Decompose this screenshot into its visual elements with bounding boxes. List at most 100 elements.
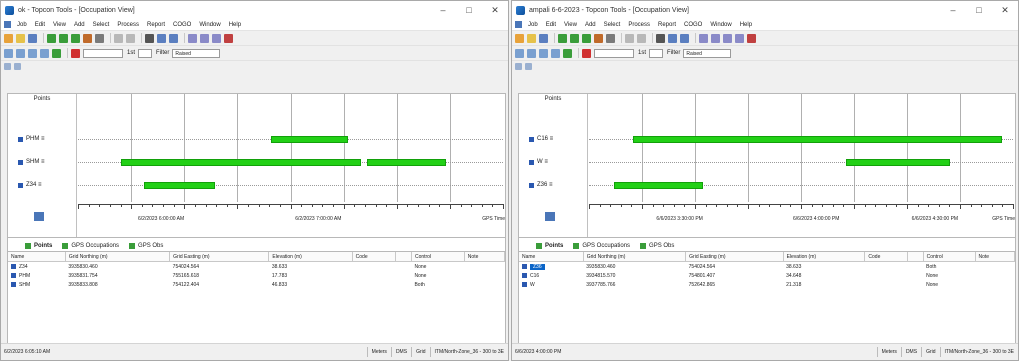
pan-icon[interactable] <box>40 48 49 58</box>
save-icon[interactable] <box>28 33 37 43</box>
map-icon[interactable] <box>83 33 92 43</box>
refresh-icon[interactable] <box>14 62 21 70</box>
point-row-label[interactable]: PHM ≡ <box>18 136 45 142</box>
col-note[interactable]: Note <box>464 252 506 262</box>
menu-add[interactable]: Add <box>74 22 85 28</box>
col-northing[interactable]: Grid Northing (m) <box>65 252 171 262</box>
col-blank[interactable] <box>907 252 924 262</box>
table-row[interactable]: C16 3934815.570 754801.407 34.648 None <box>519 271 1015 280</box>
redo-icon[interactable] <box>126 33 135 43</box>
undo-process-icon[interactable] <box>735 33 744 43</box>
delete-icon[interactable] <box>582 48 591 58</box>
timeline-plot[interactable] <box>78 94 503 202</box>
zoom-out-icon[interactable] <box>527 48 536 58</box>
zoom-in-icon[interactable] <box>4 48 13 58</box>
map-icon[interactable] <box>594 33 603 43</box>
minimize-button[interactable]: – <box>430 1 456 19</box>
minimize-button[interactable]: – <box>940 1 966 19</box>
tab-gps-occupations[interactable]: GPS Occupations <box>568 241 635 251</box>
menu-job[interactable]: Job <box>528 22 538 28</box>
tab-gps-obs[interactable]: GPS Obs <box>124 241 168 251</box>
help-icon[interactable] <box>224 33 233 43</box>
chart-settings-icon[interactable] <box>545 212 555 221</box>
time-slider[interactable] <box>594 48 634 58</box>
menu-window[interactable]: Window <box>199 22 220 28</box>
status-coord-type[interactable]: Grid <box>921 347 939 357</box>
report-icon[interactable] <box>212 33 221 43</box>
refresh-icon[interactable] <box>525 62 532 70</box>
zoom-window-icon[interactable] <box>539 48 548 58</box>
observations-icon[interactable] <box>582 33 591 43</box>
table-row[interactable]: W 3937785.766 752642.865 21.318 None <box>519 280 1015 289</box>
order-select[interactable] <box>138 48 153 58</box>
col-easting[interactable]: Grid Easting (m) <box>685 252 784 262</box>
save-icon[interactable] <box>539 33 548 43</box>
tab-gps-occupations[interactable]: GPS Occupations <box>57 241 124 251</box>
menu-help[interactable]: Help <box>740 22 752 28</box>
process-icon[interactable] <box>188 33 197 43</box>
point-row-label[interactable]: C16 ≡ <box>529 136 553 142</box>
col-northing[interactable]: Grid Northing (m) <box>583 252 687 262</box>
open-icon[interactable] <box>16 33 25 43</box>
copy-icon[interactable] <box>668 33 677 43</box>
new-icon[interactable] <box>4 33 13 43</box>
tab-points[interactable]: Points <box>20 241 57 251</box>
close-button[interactable]: ✕ <box>482 1 508 19</box>
col-elevation[interactable]: Elevation (m) <box>783 252 866 262</box>
table-row-selected[interactable]: Z36 3935830.460 754024.564 38.633 Both <box>519 262 1015 272</box>
point-row-label[interactable]: W ≡ <box>529 159 548 165</box>
paste-icon[interactable] <box>680 33 689 43</box>
copy-icon[interactable] <box>157 33 166 43</box>
col-note[interactable]: Note <box>975 252 1016 262</box>
col-control[interactable]: Control <box>923 252 976 262</box>
filter-select[interactable]: Raised <box>172 48 221 58</box>
col-control[interactable]: Control <box>411 252 465 262</box>
menu-add[interactable]: Add <box>585 22 596 28</box>
col-blank[interactable] <box>395 252 412 262</box>
occupation-bar[interactable] <box>143 182 215 189</box>
status-coord-type[interactable]: Grid <box>411 347 429 357</box>
menu-select[interactable]: Select <box>93 22 110 28</box>
mdi-icon[interactable] <box>4 21 11 28</box>
menu-job[interactable]: Job <box>17 22 27 28</box>
delete-icon[interactable] <box>71 48 80 58</box>
redo-icon[interactable] <box>637 33 646 43</box>
zoom-out-icon[interactable] <box>16 48 25 58</box>
timeline-plot[interactable] <box>589 94 1013 202</box>
occupation-bar[interactable] <box>845 159 950 166</box>
menu-window[interactable]: Window <box>710 22 731 28</box>
status-angle-format[interactable]: DMS <box>900 347 921 357</box>
status-angle-format[interactable]: DMS <box>390 347 411 357</box>
col-name[interactable]: Name <box>519 252 584 262</box>
menu-edit[interactable]: Edit <box>35 22 45 28</box>
status-units[interactable]: Meters <box>876 347 901 357</box>
maximize-button[interactable]: □ <box>456 1 482 19</box>
col-easting[interactable]: Grid Easting (m) <box>169 252 270 262</box>
filter-icon[interactable] <box>563 48 572 58</box>
status-projection[interactable]: ITM/North-Zone_36 - 300 to 3E <box>939 347 1018 357</box>
occupation-bar[interactable] <box>270 136 348 143</box>
menu-cogo[interactable]: COGO <box>684 22 702 28</box>
adjust-icon[interactable] <box>200 33 209 43</box>
paste-icon[interactable] <box>169 33 178 43</box>
table-row[interactable]: SHM 3935833.808 754122.404 46.833 Both <box>8 280 505 289</box>
status-projection[interactable]: ITM/North-Zone_36 - 300 to 3E <box>429 347 508 357</box>
col-code[interactable]: Code <box>864 252 908 262</box>
mdi-icon[interactable] <box>515 21 522 28</box>
col-name[interactable]: Name <box>8 252 66 262</box>
undo-icon[interactable] <box>114 33 123 43</box>
menu-report[interactable]: Report <box>147 22 165 28</box>
col-code[interactable]: Code <box>352 252 396 262</box>
tab-gps-obs[interactable]: GPS Obs <box>635 241 679 251</box>
order-select[interactable] <box>649 48 664 58</box>
cut-icon[interactable] <box>145 33 154 43</box>
occupation-bar[interactable] <box>632 136 1002 143</box>
table-row[interactable]: Z34 3935830.460 754024.564 38.633 None <box>8 262 505 272</box>
points-icon[interactable] <box>47 33 56 43</box>
open-icon[interactable] <box>527 33 536 43</box>
menu-select[interactable]: Select <box>604 22 621 28</box>
menu-cogo[interactable]: COGO <box>173 22 191 28</box>
chart-settings-icon[interactable] <box>34 212 44 221</box>
print-icon[interactable] <box>95 33 104 43</box>
report-icon[interactable] <box>723 33 732 43</box>
